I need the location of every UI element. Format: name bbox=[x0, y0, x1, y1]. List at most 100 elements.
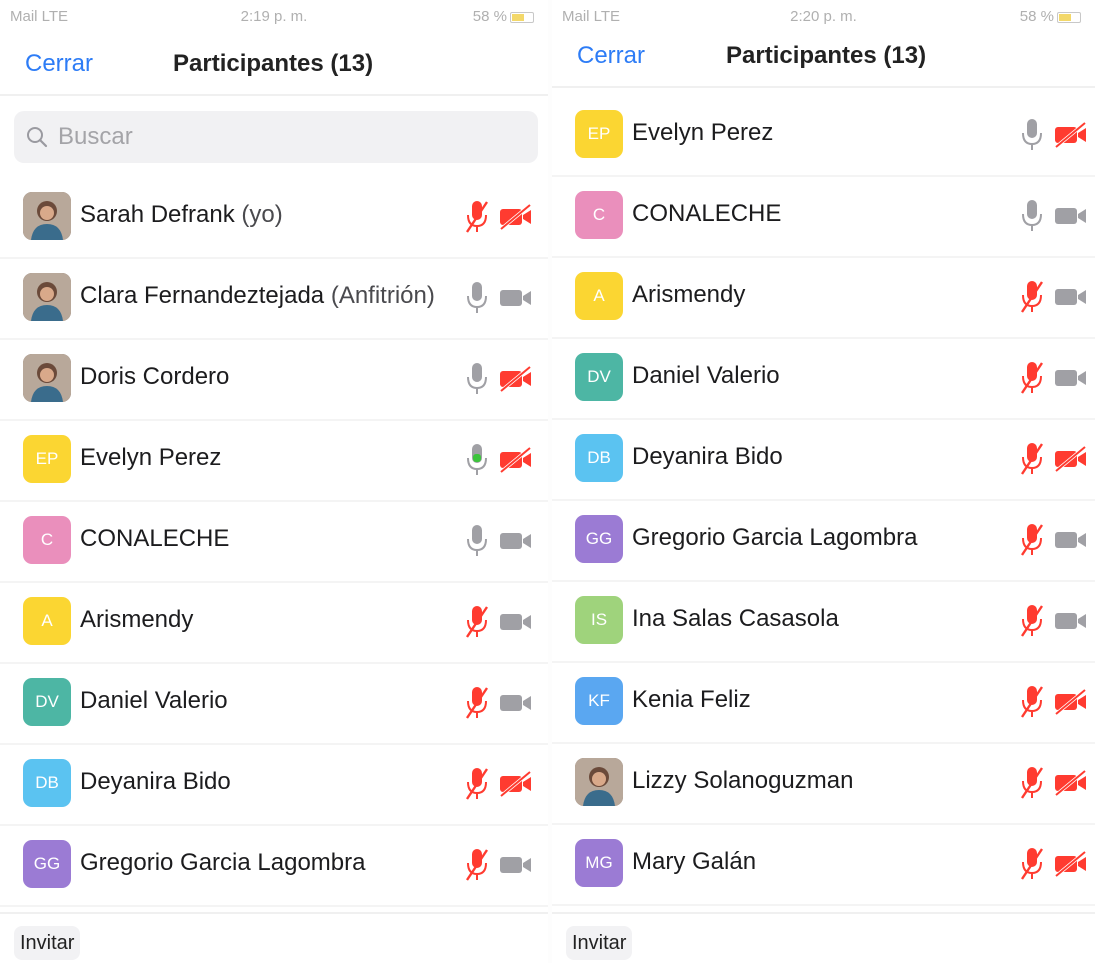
video-icon bbox=[499, 528, 533, 554]
page-title: Participantes (13) bbox=[173, 50, 374, 77]
participant-name-text: Kenia Feliz bbox=[632, 686, 751, 713]
video-icon bbox=[1054, 365, 1088, 391]
mic-muted-icon bbox=[1019, 361, 1045, 395]
mic-talking-icon bbox=[464, 443, 490, 477]
avatar: KF bbox=[575, 677, 623, 725]
participant-name: Sarah Defrank (yo) bbox=[80, 201, 283, 229]
avatar-photo bbox=[23, 192, 71, 240]
participants-panel-right: Mail LTE 2:20 p. m. 58 % Cerrar Particip… bbox=[552, 0, 1095, 963]
participant-name-text: Evelyn Perez bbox=[632, 119, 774, 146]
avatar-initials: GG bbox=[585, 529, 613, 548]
participant-name: CONALECHE bbox=[80, 525, 229, 553]
participant-row[interactable]: DV Daniel Valerio bbox=[0, 664, 548, 745]
participant-row[interactable]: EP Evelyn Perez bbox=[552, 96, 1095, 177]
participant-row[interactable]: DV Daniel Valerio bbox=[552, 339, 1095, 420]
battery-icon bbox=[510, 11, 534, 23]
participant-name-text: Doris Cordero bbox=[80, 363, 230, 390]
participant-name: CONALECHE bbox=[632, 200, 781, 228]
participant-name-text: Gregorio Garcia Lagombra bbox=[80, 849, 366, 876]
video-icon bbox=[499, 285, 533, 311]
participant-row[interactable]: IS Ina Salas Casasola bbox=[552, 582, 1095, 663]
avatar-initials: DB bbox=[587, 448, 611, 467]
video-icon bbox=[499, 609, 533, 635]
participant-name: Evelyn Perez bbox=[632, 119, 773, 147]
avatar: A bbox=[575, 272, 623, 320]
participant-name: Mary Galán bbox=[632, 848, 756, 876]
avatar: DB bbox=[575, 434, 623, 482]
avatar: DV bbox=[575, 353, 623, 401]
participant-row[interactable]: A Arismendy bbox=[0, 583, 548, 664]
mic-muted-icon bbox=[464, 686, 490, 720]
row-divider bbox=[552, 904, 1095, 906]
participant-row[interactable]: C CONALECHE bbox=[552, 177, 1095, 258]
participant-row[interactable]: MG Mary Galán bbox=[552, 825, 1095, 906]
participant-name-text: Mary Galán bbox=[632, 848, 757, 875]
avatar-initials: C bbox=[40, 530, 54, 549]
mic-muted-icon bbox=[464, 200, 490, 234]
avatar: GG bbox=[23, 840, 71, 888]
participant-name: Doris Cordero bbox=[80, 363, 229, 391]
avatar: DB bbox=[23, 759, 71, 807]
participant-row[interactable]: DB Deyanira Bido bbox=[0, 745, 548, 826]
participant-row[interactable]: Sarah Defrank (yo) bbox=[0, 178, 548, 259]
mic-muted-icon bbox=[1019, 280, 1045, 314]
participant-row[interactable]: C CONALECHE bbox=[0, 502, 548, 583]
participant-role: (Anfitrión) bbox=[324, 282, 435, 309]
mic-icon bbox=[1019, 118, 1045, 152]
participant-name: Evelyn Perez bbox=[80, 444, 221, 472]
participant-name: Arismendy bbox=[80, 606, 193, 634]
participant-name: Arismendy bbox=[632, 281, 745, 309]
battery-percent: 58 % bbox=[1019, 8, 1054, 25]
avatar-initials: DB bbox=[35, 773, 59, 792]
video-off-icon bbox=[499, 203, 533, 231]
participant-row[interactable]: GG Gregorio Garcia Lagombra bbox=[0, 826, 548, 907]
participant-name: Deyanira Bido bbox=[80, 768, 231, 796]
page-title: Participantes (13) bbox=[726, 42, 927, 69]
video-off-icon bbox=[1054, 121, 1088, 149]
avatar: EP bbox=[23, 435, 71, 483]
avatar-initials: EP bbox=[587, 124, 611, 143]
participant-row[interactable]: Doris Cordero bbox=[0, 340, 548, 421]
participant-name-text: Gregorio Garcia Lagombra bbox=[632, 524, 918, 551]
avatar-initials: GG bbox=[33, 854, 61, 873]
video-off-icon bbox=[1054, 688, 1088, 716]
close-button[interactable]: Cerrar bbox=[577, 42, 645, 70]
participant-row[interactable]: A Arismendy bbox=[552, 258, 1095, 339]
participant-name: Kenia Feliz bbox=[632, 686, 751, 714]
participant-row[interactable]: GG Gregorio Garcia Lagombra bbox=[552, 501, 1095, 582]
avatar-photo bbox=[575, 758, 623, 806]
nav-divider bbox=[0, 94, 548, 96]
participant-name: Gregorio Garcia Lagombra bbox=[80, 849, 365, 877]
participant-row[interactable]: EP Evelyn Perez bbox=[0, 421, 548, 502]
participant-name-text: CONALECHE bbox=[80, 525, 230, 552]
avatar: A bbox=[23, 597, 71, 645]
invite-button[interactable]: Invitar bbox=[566, 926, 633, 960]
bottom-bar: Invitar bbox=[552, 912, 1095, 963]
search-input[interactable]: Buscar bbox=[14, 111, 538, 163]
mic-icon bbox=[464, 281, 490, 315]
battery-status: 58 % bbox=[473, 8, 534, 25]
mic-icon bbox=[464, 524, 490, 558]
video-off-icon bbox=[499, 365, 533, 393]
mic-muted-icon bbox=[1019, 604, 1045, 638]
mic-muted-icon bbox=[1019, 685, 1045, 719]
participant-role: (yo) bbox=[234, 201, 283, 228]
row-divider bbox=[0, 905, 548, 907]
video-icon bbox=[1054, 608, 1088, 634]
participant-name: Gregorio Garcia Lagombra bbox=[632, 524, 917, 552]
close-button[interactable]: Cerrar bbox=[25, 50, 93, 78]
participant-row[interactable]: Lizzy Solanoguzman bbox=[552, 744, 1095, 825]
participant-name-text: Deyanira Bido bbox=[80, 768, 231, 795]
video-off-icon bbox=[499, 770, 533, 798]
invite-button[interactable]: Invitar bbox=[14, 926, 81, 960]
avatar: C bbox=[575, 191, 623, 239]
participant-name-text: Evelyn Perez bbox=[80, 444, 222, 471]
participant-row[interactable]: Clara Fernandeztejada (Anfitrión) bbox=[0, 259, 548, 340]
participant-name: Lizzy Solanoguzman bbox=[632, 767, 853, 795]
avatar: GG bbox=[575, 515, 623, 563]
participant-name-text: Arismendy bbox=[632, 281, 746, 308]
video-icon bbox=[1054, 527, 1088, 553]
mic-muted-icon bbox=[1019, 442, 1045, 476]
participant-row[interactable]: KF Kenia Feliz bbox=[552, 663, 1095, 744]
participant-row[interactable]: DB Deyanira Bido bbox=[552, 420, 1095, 501]
